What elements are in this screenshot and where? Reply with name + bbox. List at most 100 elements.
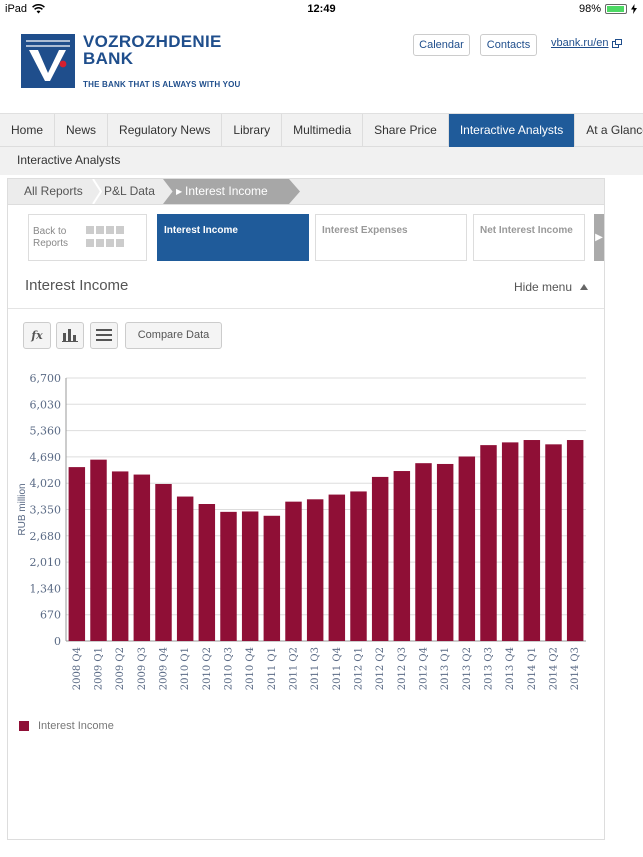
- y-tick-label: 4,690: [30, 451, 62, 464]
- page-title: Interest Income: [25, 277, 129, 294]
- x-tick-label: 2009 Q2: [115, 647, 126, 690]
- bar: [176, 496, 194, 641]
- x-tick-label: 2008 Q4: [72, 647, 83, 690]
- bar: [436, 463, 454, 641]
- x-tick-label: 2010 Q4: [245, 647, 256, 690]
- bar: [263, 515, 281, 641]
- clock: 12:49: [307, 3, 336, 15]
- site-link-label: vbank.ru/en: [551, 37, 609, 49]
- back-to-reports-card[interactable]: Back to Reports: [28, 214, 147, 261]
- bank-logo[interactable]: [21, 34, 75, 88]
- y-axis-label: RUB million: [17, 483, 28, 535]
- bar: [545, 444, 562, 641]
- nav-item-share-price[interactable]: Share Price: [363, 114, 449, 147]
- y-tick-label: 0: [54, 635, 61, 648]
- y-tick-label: 4,020: [30, 477, 62, 490]
- nav-item-interactive-analysts[interactable]: Interactive Analysts: [448, 114, 576, 147]
- bar: [220, 511, 237, 641]
- bar: [501, 442, 519, 641]
- subnav: Interactive Analysts: [0, 147, 643, 175]
- x-tick-label: 2009 Q4: [159, 647, 170, 690]
- bar: [155, 483, 172, 641]
- y-tick-label: 5,360: [30, 425, 62, 438]
- compare-data-button[interactable]: Compare Data: [125, 322, 222, 349]
- bar: [90, 459, 107, 641]
- breadcrumb: All Reports P&L Data ▶ Interest Income: [8, 179, 604, 205]
- breadcrumb-pl-data[interactable]: P&L Data: [104, 179, 155, 204]
- bar: [285, 501, 302, 641]
- formula-icon: fx: [31, 329, 43, 342]
- bar: [350, 491, 367, 641]
- x-tick-label: 2013 Q1: [440, 647, 451, 690]
- y-tick-label: 2,010: [30, 556, 62, 569]
- bar: [111, 471, 129, 641]
- breadcrumb-all-reports[interactable]: All Reports: [24, 179, 83, 204]
- nav-item-home[interactable]: Home: [0, 114, 56, 147]
- bar: [371, 476, 389, 641]
- caret-up-icon: [580, 284, 589, 290]
- x-tick-label: 2011 Q3: [310, 647, 321, 690]
- x-tick-label: 2011 Q2: [289, 647, 300, 690]
- x-tick-label: 2012 Q1: [354, 647, 365, 690]
- breadcrumb-arrow-icon: ▶: [176, 187, 183, 196]
- x-tick-label: 2013 Q3: [484, 647, 495, 690]
- bar: [523, 440, 541, 641]
- bar: [133, 474, 151, 641]
- divider: [8, 308, 604, 309]
- x-tick-label: 2010 Q2: [202, 647, 213, 690]
- nav-item-news[interactable]: News: [55, 114, 109, 147]
- card-interest-income[interactable]: Interest Income: [157, 214, 309, 261]
- card-net-interest-income[interactable]: Net Interest Income: [473, 214, 585, 261]
- hide-menu-button[interactable]: Hide menu: [514, 280, 589, 294]
- bar-chart-icon: [62, 329, 78, 342]
- formula-button[interactable]: fx: [23, 322, 51, 349]
- breadcrumb-interest-income: ▶ Interest Income: [163, 179, 300, 204]
- bar: [415, 463, 432, 641]
- x-tick-label: 2009 Q3: [137, 647, 148, 690]
- brand-name: VOZROZHDENIE BANK: [83, 33, 222, 67]
- table-icon: [96, 329, 112, 341]
- y-tick-label: 3,350: [30, 504, 62, 517]
- main-nav: Home News Regulatory News Library Multim…: [0, 113, 643, 147]
- x-tick-label: 2010 Q3: [224, 647, 235, 690]
- nav-item-at-a-glance[interactable]: At a Glance: [575, 114, 643, 147]
- bar: [393, 471, 411, 641]
- external-link-icon: [612, 38, 623, 48]
- y-tick-label: 2,680: [30, 530, 62, 543]
- calendar-button[interactable]: Calendar: [413, 34, 470, 56]
- y-tick-label: 1,340: [30, 582, 62, 595]
- x-tick-label: 2010 Q1: [180, 647, 191, 690]
- brand-line2: BANK: [83, 49, 134, 68]
- bar: [328, 494, 346, 641]
- breadcrumb-current-label: Interest Income: [185, 184, 268, 198]
- bar: [68, 467, 86, 641]
- status-bar: iPad 12:49 98%: [0, 0, 643, 20]
- x-tick-label: 2012 Q2: [375, 647, 386, 690]
- chart-view-button[interactable]: [56, 322, 84, 349]
- breadcrumb-separator-icon: [92, 179, 102, 204]
- x-tick-label: 2014 Q3: [570, 647, 581, 690]
- nav-item-regulatory-news[interactable]: Regulatory News: [108, 114, 223, 147]
- nav-item-library[interactable]: Library: [222, 114, 283, 147]
- battery-percent: 98%: [578, 3, 601, 15]
- contacts-button[interactable]: Contacts: [480, 34, 537, 56]
- brand-line1: VOZROZHDENIE: [83, 32, 222, 51]
- nav-item-multimedia[interactable]: Multimedia: [282, 114, 364, 147]
- y-tick-label: 6,700: [30, 372, 62, 385]
- card-interest-expenses[interactable]: Interest Expenses: [315, 214, 467, 261]
- cards-next-arrow-icon[interactable]: ▶: [594, 214, 604, 261]
- bar: [306, 499, 324, 641]
- table-view-button[interactable]: [90, 322, 118, 349]
- hide-menu-label: Hide menu: [514, 280, 573, 294]
- site-link[interactable]: vbank.ru/en: [551, 37, 623, 49]
- bar: [458, 456, 476, 641]
- subnav-item-interactive-analysts[interactable]: Interactive Analysts: [17, 153, 120, 167]
- logo-v-icon: [21, 34, 75, 88]
- x-tick-label: 2014 Q2: [549, 647, 560, 690]
- y-tick-label: 670: [40, 609, 61, 622]
- y-tick-label: 6,030: [30, 398, 62, 411]
- legend-label: Interest Income: [38, 720, 114, 732]
- report-panel: All Reports P&L Data ▶ Interest Income B…: [7, 178, 605, 840]
- x-tick-label: 2012 Q3: [397, 647, 408, 690]
- x-tick-label: 2012 Q4: [419, 647, 430, 690]
